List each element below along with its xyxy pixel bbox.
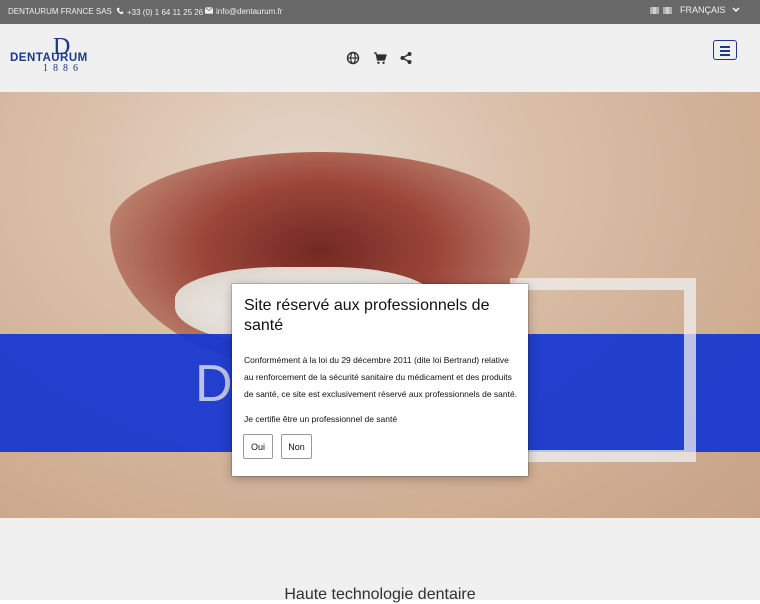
certify-label: Je certifie être un professionnel de san… xyxy=(244,414,398,424)
yes-button[interactable]: Oui xyxy=(243,434,273,459)
modal-body: Conformément à la loi du 29 décembre 201… xyxy=(244,355,518,399)
professional-consent-modal: Site réservé aux professionnels de santé… xyxy=(232,284,528,476)
no-button[interactable]: Non xyxy=(281,434,312,459)
modal-title: Site réservé aux professionnels de santé xyxy=(244,297,490,334)
